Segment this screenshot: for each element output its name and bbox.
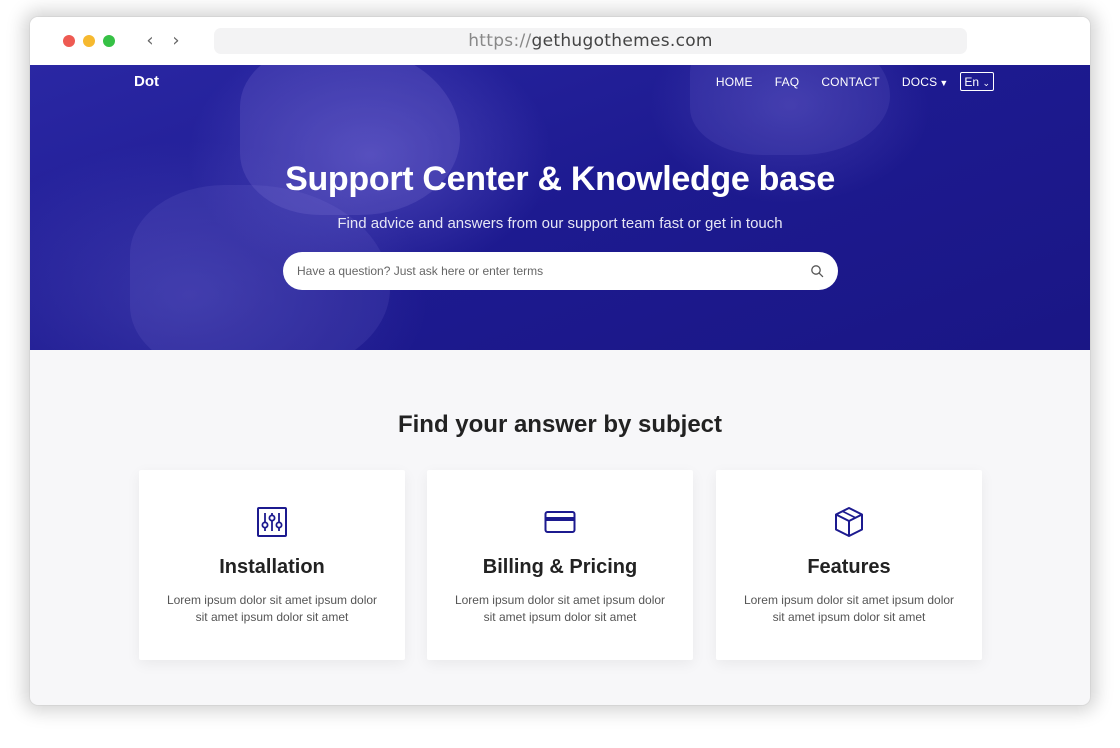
credit-card-icon [544, 511, 576, 533]
language-select[interactable]: En ⌄ [960, 72, 994, 91]
main-nav: HOME FAQ CONTACT DOCS ▼ En ⌄ [694, 72, 994, 91]
maximize-window-button[interactable] [103, 35, 115, 47]
browser-window: ‹ › https://gethugothemes.com Dot HOME F… [30, 17, 1090, 705]
search-box [283, 252, 838, 290]
page-subtitle: Find advice and answers from our support… [337, 215, 783, 232]
chevron-down-icon: ⌄ [982, 78, 990, 88]
card-description: Lorem ipsum dolor sit amet ipsum dolor s… [166, 593, 378, 624]
hero-banner: Dot HOME FAQ CONTACT DOCS ▼ En ⌄ Support … [30, 65, 1090, 350]
url-protocol: https:// [468, 31, 532, 51]
nav-docs-dropdown[interactable]: DOCS ▼ [902, 75, 949, 89]
page-title: Support Center & Knowledge base [285, 160, 835, 198]
nav-contact-link[interactable]: CONTACT [821, 75, 880, 89]
search-icon[interactable] [810, 264, 824, 278]
close-window-button[interactable] [63, 35, 75, 47]
box-icon [835, 507, 863, 537]
nav-faq-link[interactable]: FAQ [775, 75, 800, 89]
subject-card-billing[interactable]: Billing & Pricing Lorem ipsum dolor sit … [427, 470, 693, 660]
card-title: Features [807, 556, 891, 578]
card-description: Lorem ipsum dolor sit amet ipsum dolor s… [454, 593, 666, 624]
site-logo[interactable]: Dot [134, 73, 159, 90]
section-heading: Find your answer by subject [397, 411, 723, 438]
language-value: En [964, 75, 980, 89]
nav-home-link[interactable]: HOME [716, 75, 753, 89]
back-arrow-icon[interactable]: ‹ [140, 29, 160, 53]
card-title: Billing & Pricing [482, 556, 638, 578]
card-title: Installation [219, 556, 325, 578]
search-input[interactable] [297, 252, 797, 290]
caret-down-icon: ▼ [939, 77, 949, 88]
nav-docs-label: DOCS [901, 74, 938, 89]
forward-arrow-icon[interactable]: › [166, 29, 186, 53]
minimize-window-button[interactable] [83, 35, 95, 47]
url-host: gethugothemes.com [531, 31, 713, 51]
subject-card-features[interactable]: Features Lorem ipsum dolor sit amet ipsu… [716, 470, 982, 660]
address-bar[interactable]: https://gethugothemes.com [214, 28, 967, 54]
sliders-icon [257, 507, 287, 537]
browser-toolbar: ‹ › https://gethugothemes.com [30, 17, 1090, 65]
subject-card-installation[interactable]: Installation Lorem ipsum dolor sit amet … [139, 470, 405, 660]
card-description: Lorem ipsum dolor sit amet ipsum dolor s… [743, 593, 955, 624]
